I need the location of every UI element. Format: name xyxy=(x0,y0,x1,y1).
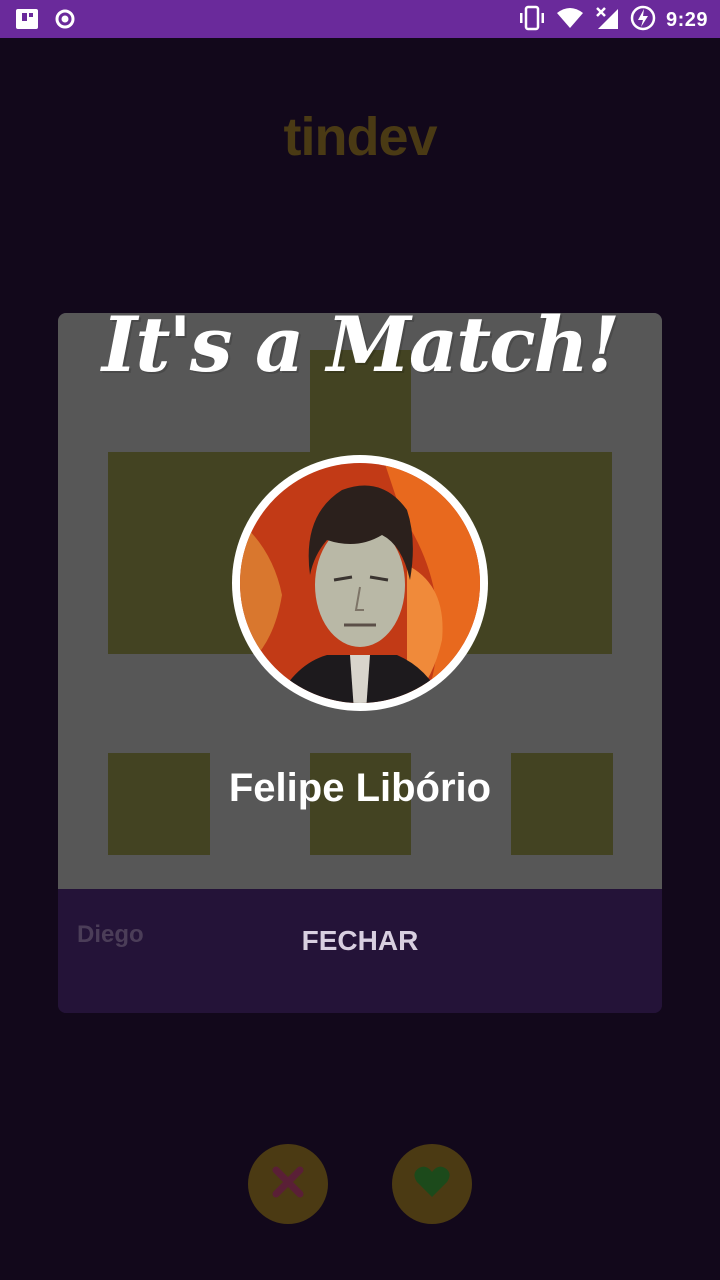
close-button[interactable]: FECHAR xyxy=(260,912,460,968)
battery-charging-icon xyxy=(630,5,656,36)
heart-icon xyxy=(413,1165,451,1204)
clock: 9:29 xyxy=(665,9,708,31)
match-title: It's a Match! xyxy=(101,300,620,389)
dislike-button[interactable] xyxy=(248,1144,328,1224)
match-name: Felipe Libório xyxy=(228,766,492,810)
app-notification-icon xyxy=(14,7,40,36)
like-button[interactable] xyxy=(392,1144,472,1224)
profile-name: Diego xyxy=(77,921,144,948)
wifi-icon xyxy=(556,6,584,35)
no-signal-icon xyxy=(594,5,620,36)
match-avatar xyxy=(232,455,488,711)
status-bar: 9:29 xyxy=(0,0,720,38)
close-icon xyxy=(270,1164,306,1205)
tindev-logo: tindev xyxy=(283,107,437,167)
vibrate-icon xyxy=(518,5,546,36)
circle-notification-icon xyxy=(54,8,76,35)
